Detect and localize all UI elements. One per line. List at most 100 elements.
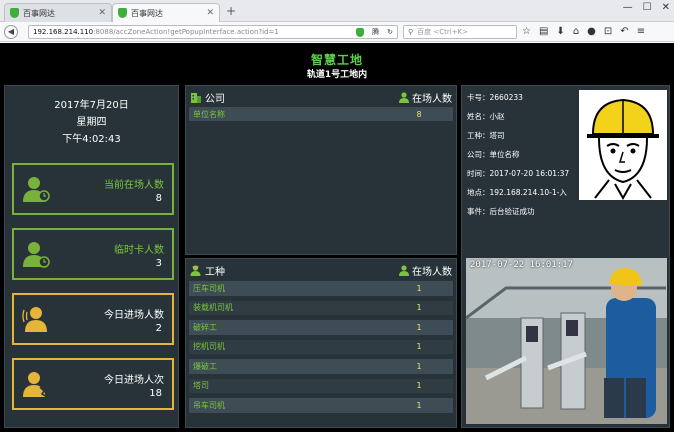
table-row[interactable]: 爆破工 1 <box>189 359 453 374</box>
search-icon: ⚲ <box>408 28 414 36</box>
trade-count: 1 <box>416 342 422 352</box>
stat-value: 3 <box>155 258 162 269</box>
turnstile-photo <box>466 258 667 424</box>
company-rows: 单位名称 8 <box>189 107 453 121</box>
trade-count: 1 <box>416 381 422 391</box>
download-icon[interactable]: ⬇ <box>556 26 564 37</box>
trade-name: 装载机司机 <box>193 303 233 313</box>
company-table-header: 公司 在场人数 <box>186 90 456 105</box>
search-placeholder: 百度 <Ctrl+K> <box>417 28 469 36</box>
person-company: 公司：单位名称 <box>467 150 520 159</box>
stat-label: 今日进场人次 <box>104 375 164 386</box>
person-icon <box>399 92 409 103</box>
person-icon <box>399 265 409 276</box>
browser-tab-1[interactable]: 百事网达 ✕ <box>4 3 112 22</box>
tab-label: 百事网达 <box>131 8 163 18</box>
worker-portrait <box>579 90 667 200</box>
person-panel: 卡号：2660233 姓名：小赵 工种：塔司 公司：单位名称 时间：2017-0… <box>461 85 670 428</box>
browser-toolbar: ☆ ▤ ⬇ ⌂ ● ⊡ ↶ ≡ <box>522 26 645 37</box>
person-location: 地点：192.168.214.10-1-入 <box>467 188 567 197</box>
stat-value: 8 <box>155 193 162 204</box>
trade-name: 挖机司机 <box>193 342 225 352</box>
search-input[interactable]: ⚲ 百度 <Ctrl+K> <box>403 25 517 39</box>
table-row[interactable]: 塔司 1 <box>189 378 453 393</box>
trade-count: 1 <box>416 303 422 313</box>
stat-label: 临时卡人数 <box>114 245 164 256</box>
company-name: 单位名称 <box>193 109 225 119</box>
photo-timestamp: 2017-07-22 16:01:17 <box>470 260 573 270</box>
column-header-company: 公司 <box>205 94 225 105</box>
person-card-number: 卡号：2660233 <box>467 93 523 102</box>
undo-icon[interactable]: ↶ <box>620 26 628 37</box>
person-time: 时间：2017-07-20 16:01:37 <box>467 169 570 178</box>
url-bar[interactable]: 192.168.214.110:8088/accZoneAction!getPo… <box>28 25 398 39</box>
person-clock-icon <box>23 177 50 202</box>
star-icon[interactable]: ☆ <box>522 26 531 37</box>
stat-temp-card: 临时卡人数 3 <box>12 228 174 280</box>
person-enter-icon <box>22 307 47 332</box>
trade-name: 吊车司机 <box>193 400 225 410</box>
table-row[interactable]: 单位名称 8 <box>189 107 453 121</box>
trade-name: 爆破工 <box>193 361 217 371</box>
stat-current-onsite: 当前在场人数 8 <box>12 163 174 215</box>
table-row[interactable]: 吊车司机 1 <box>189 398 453 413</box>
person-run-icon <box>23 372 48 398</box>
shield-icon <box>10 8 19 18</box>
stat-value: 18 <box>149 388 162 399</box>
shield-icon <box>118 8 127 18</box>
person-name: 姓名：小赵 <box>467 112 505 121</box>
column-header-trade: 工种 <box>205 267 225 278</box>
dashboard: 智慧工地 轨道1号工地内 2017年7月20日 星期四 下午4:02:43 当前… <box>0 43 674 432</box>
maximize-icon[interactable]: ☐ <box>643 2 652 13</box>
url-host: 192.168.214.110 <box>33 28 94 36</box>
company-panel: 公司 在场人数 单位名称 8 <box>185 85 457 255</box>
table-row[interactable]: 破碎工 1 <box>189 320 453 335</box>
app-title: 智慧工地 <box>310 53 363 67</box>
reload-icon[interactable]: ↻ <box>387 28 393 36</box>
table-row[interactable]: 压车司机 1 <box>189 281 453 296</box>
close-icon[interactable]: ✕ <box>206 8 214 18</box>
browser-nav-bar: ◀ 192.168.214.110:8088/accZoneAction!get… <box>0 22 674 42</box>
capture-photo: 2017-07-22 16:01:17 <box>466 258 667 424</box>
worker-icon <box>190 265 201 276</box>
reader-icon[interactable]: ▤ <box>539 26 548 37</box>
close-icon[interactable]: ✕ <box>98 8 106 18</box>
window-close-icon[interactable]: ✕ <box>662 2 670 13</box>
table-row[interactable]: 挖机司机 1 <box>189 339 453 354</box>
back-icon[interactable]: ◀ <box>4 25 18 39</box>
url-badge[interactable]: 腾 <box>372 27 379 37</box>
trade-count: 1 <box>416 283 422 293</box>
trade-panel: 工种 在场人数 压车司机 1 装载机司机 1 破碎工 1 挖机司机 1 爆破工 1 塔司 1… <box>185 258 457 428</box>
current-time: 下午4:02:43 <box>62 134 121 145</box>
app-subtitle: 轨道1号工地内 <box>306 70 368 80</box>
browser-tab-bar: 百事网达 ✕ 百事网达 ✕ + — ☐ ✕ <box>0 0 674 22</box>
minimize-icon[interactable]: — <box>623 2 633 13</box>
trade-count: 1 <box>416 361 422 371</box>
company-count: 8 <box>416 109 422 119</box>
chat-icon[interactable]: ● <box>587 26 596 37</box>
table-row[interactable]: 装载机司机 1 <box>189 300 453 315</box>
home-icon[interactable]: ⌂ <box>573 26 579 37</box>
column-header-onsite: 在场人数 <box>412 94 452 105</box>
current-weekday: 星期四 <box>76 117 107 128</box>
left-panel: 2017年7月20日 星期四 下午4:02:43 当前在场人数 8 临时卡人数 … <box>4 85 179 428</box>
tab-label: 百事网达 <box>23 8 55 18</box>
trade-rows: 压车司机 1 装载机司机 1 破碎工 1 挖机司机 1 爆破工 1 塔司 1 吊车司机 1 <box>189 281 453 418</box>
column-header-onsite: 在场人数 <box>412 267 452 278</box>
stat-label: 今日进场人数 <box>104 310 164 321</box>
menu-icon[interactable]: ≡ <box>637 26 645 37</box>
security-shield-icon[interactable] <box>356 27 365 37</box>
person-event: 事件：后台验证成功 <box>467 207 535 216</box>
trade-count: 1 <box>416 400 422 410</box>
current-date: 2017年7月20日 <box>54 100 129 111</box>
person-card-icon <box>23 242 50 268</box>
trade-name: 塔司 <box>193 381 209 391</box>
trade-name: 破碎工 <box>193 322 217 332</box>
crop-icon[interactable]: ⊡ <box>604 26 612 37</box>
window-controls: — ☐ ✕ <box>623 2 670 13</box>
browser-tab-2[interactable]: 百事网达 ✕ <box>112 3 220 22</box>
trade-table-header: 工种 在场人数 <box>186 263 456 278</box>
person-trade: 工种：塔司 <box>467 131 505 140</box>
stat-value: 2 <box>155 323 162 334</box>
new-tab-button[interactable]: + <box>226 4 236 18</box>
